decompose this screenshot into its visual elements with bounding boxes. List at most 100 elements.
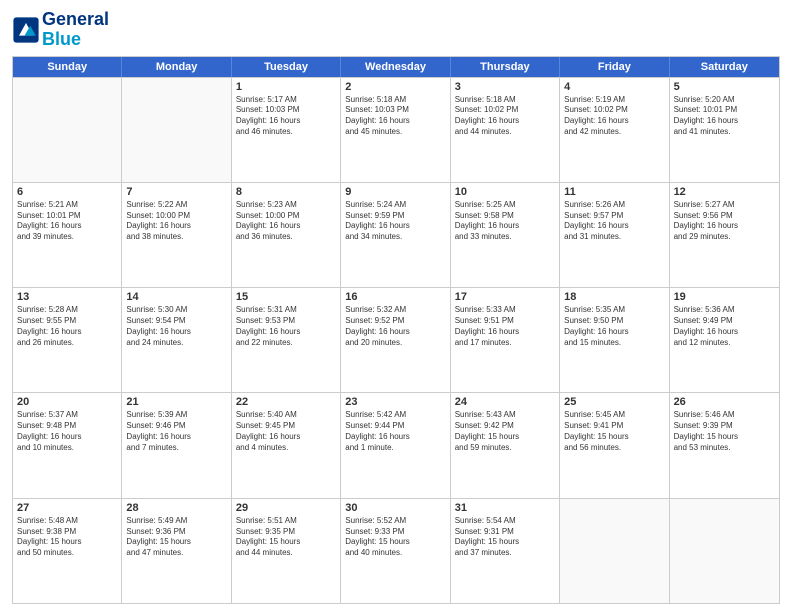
calendar-day-cell: 6Sunrise: 5:21 AM Sunset: 10:01 PM Dayli…: [13, 183, 122, 287]
day-number: 26: [674, 396, 775, 408]
day-info: Sunrise: 5:33 AM Sunset: 9:51 PM Dayligh…: [455, 305, 555, 348]
calendar-day-cell: 8 Sunrise: 5:23 AM Sunset: 10:00 PM Dayli…: [232, 183, 341, 287]
calendar-day-cell: 11 Sunrise: 5:26 AM Sunset: 9:57 PM Dayli…: [560, 183, 669, 287]
calendar-day-cell: 25 Sunrise: 5:45 AM Sunset: 9:41 PM Dayli…: [560, 393, 669, 497]
day-number: 21: [126, 396, 226, 408]
day-info: Sunrise: 5:31 AM Sunset: 9:53 PM Dayligh…: [236, 305, 336, 348]
logo-line1: General: [42, 10, 109, 30]
day-info: Sunrise: 5:46 AM Sunset: 9:39 PM Dayligh…: [674, 410, 775, 453]
day-info: Sunrise: 5:24 AM Sunset: 9:59 PM Dayligh…: [345, 200, 445, 243]
calendar-empty-cell: [122, 78, 231, 182]
calendar-day-cell: 12 Sunrise: 5:27 AM Sunset: 9:56 PM Dayli…: [670, 183, 779, 287]
day-info: Sunrise: 5:39 AM Sunset: 9:46 PM Dayligh…: [126, 410, 226, 453]
calendar-day-cell: 27 Sunrise: 5:48 AM Sunset: 9:38 PM Dayli…: [13, 499, 122, 603]
weekday-header: Tuesday: [232, 57, 341, 77]
logo: General Blue: [12, 10, 109, 50]
day-number: 2: [345, 81, 445, 93]
calendar-day-cell: 15 Sunrise: 5:31 AM Sunset: 9:53 PM Dayli…: [232, 288, 341, 392]
calendar-day-cell: 31Sunrise: 5:54 AM Sunset: 9:31 PM Dayli…: [451, 499, 560, 603]
day-number: 23: [345, 396, 445, 408]
day-info: Sunrise: 5:18 AM Sunset: 10:02 PM Daylig…: [455, 95, 555, 138]
calendar-empty-cell: [13, 78, 122, 182]
day-number: 15: [236, 291, 336, 303]
day-number: 30: [345, 502, 445, 514]
logo-text: General Blue: [42, 10, 109, 50]
day-info: Sunrise: 5:22 AM Sunset: 10:00 PM Daylig…: [126, 200, 226, 243]
day-number: 13: [17, 291, 117, 303]
day-number: 28: [126, 502, 226, 514]
day-info: Sunrise: 5:36 AM Sunset: 9:49 PM Dayligh…: [674, 305, 775, 348]
calendar-day-cell: 3Sunrise: 5:18 AM Sunset: 10:02 PM Dayli…: [451, 78, 560, 182]
calendar-day-cell: 19 Sunrise: 5:36 AM Sunset: 9:49 PM Dayli…: [670, 288, 779, 392]
calendar-header: SundayMondayTuesdayWednesdayThursdayFrid…: [13, 57, 779, 77]
day-info: Sunrise: 5:26 AM Sunset: 9:57 PM Dayligh…: [564, 200, 664, 243]
day-info: Sunrise: 5:27 AM Sunset: 9:56 PM Dayligh…: [674, 200, 775, 243]
day-info: Sunrise: 5:32 AM Sunset: 9:52 PM Dayligh…: [345, 305, 445, 348]
day-info: Sunrise: 5:37 AM Sunset: 9:48 PM Dayligh…: [17, 410, 117, 453]
day-number: 31: [455, 502, 555, 514]
calendar-day-cell: 7 Sunrise: 5:22 AM Sunset: 10:00 PM Dayli…: [122, 183, 231, 287]
day-number: 29: [236, 502, 336, 514]
day-number: 1: [236, 81, 336, 93]
calendar-day-cell: 22Sunrise: 5:40 AM Sunset: 9:45 PM Dayli…: [232, 393, 341, 497]
day-info: Sunrise: 5:52 AM Sunset: 9:33 PM Dayligh…: [345, 516, 445, 559]
calendar-row: 20 Sunrise: 5:37 AM Sunset: 9:48 PM Dayli…: [13, 392, 779, 497]
day-number: 5: [674, 81, 775, 93]
day-number: 27: [17, 502, 117, 514]
day-number: 9: [345, 186, 445, 198]
calendar-row: 1Sunrise: 5:17 AM Sunset: 10:03 PM Dayli…: [13, 77, 779, 182]
calendar-day-cell: 23 Sunrise: 5:42 AM Sunset: 9:44 PM Dayli…: [341, 393, 450, 497]
calendar-day-cell: 17 Sunrise: 5:33 AM Sunset: 9:51 PM Dayli…: [451, 288, 560, 392]
day-info: Sunrise: 5:42 AM Sunset: 9:44 PM Dayligh…: [345, 410, 445, 453]
day-info: Sunrise: 5:35 AM Sunset: 9:50 PM Dayligh…: [564, 305, 664, 348]
day-info: Sunrise: 5:20 AM Sunset: 10:01 PM Daylig…: [674, 95, 775, 138]
day-number: 12: [674, 186, 775, 198]
day-info: Sunrise: 5:45 AM Sunset: 9:41 PM Dayligh…: [564, 410, 664, 453]
day-number: 25: [564, 396, 664, 408]
day-info: Sunrise: 5:28 AM Sunset: 9:55 PM Dayligh…: [17, 305, 117, 348]
day-info: Sunrise: 5:48 AM Sunset: 9:38 PM Dayligh…: [17, 516, 117, 559]
calendar-empty-cell: [560, 499, 669, 603]
day-info: Sunrise: 5:51 AM Sunset: 9:35 PM Dayligh…: [236, 516, 336, 559]
day-number: 18: [564, 291, 664, 303]
calendar-day-cell: 5 Sunrise: 5:20 AM Sunset: 10:01 PM Dayli…: [670, 78, 779, 182]
day-number: 16: [345, 291, 445, 303]
calendar-day-cell: 14 Sunrise: 5:30 AM Sunset: 9:54 PM Dayli…: [122, 288, 231, 392]
day-number: 10: [455, 186, 555, 198]
day-info: Sunrise: 5:25 AM Sunset: 9:58 PM Dayligh…: [455, 200, 555, 243]
weekday-header: Monday: [122, 57, 231, 77]
day-number: 7: [126, 186, 226, 198]
calendar-day-cell: 30 Sunrise: 5:52 AM Sunset: 9:33 PM Dayli…: [341, 499, 450, 603]
calendar-day-cell: 1Sunrise: 5:17 AM Sunset: 10:03 PM Dayli…: [232, 78, 341, 182]
weekday-header: Friday: [560, 57, 669, 77]
day-number: 22: [236, 396, 336, 408]
day-number: 24: [455, 396, 555, 408]
day-number: 11: [564, 186, 664, 198]
day-info: Sunrise: 5:30 AM Sunset: 9:54 PM Dayligh…: [126, 305, 226, 348]
calendar-day-cell: 16 Sunrise: 5:32 AM Sunset: 9:52 PM Dayli…: [341, 288, 450, 392]
calendar-day-cell: 28Sunrise: 5:49 AM Sunset: 9:36 PM Dayli…: [122, 499, 231, 603]
day-info: Sunrise: 5:23 AM Sunset: 10:00 PM Daylig…: [236, 200, 336, 243]
day-number: 19: [674, 291, 775, 303]
weekday-header: Wednesday: [341, 57, 450, 77]
day-info: Sunrise: 5:21 AM Sunset: 10:01 PM Daylig…: [17, 200, 117, 243]
day-number: 14: [126, 291, 226, 303]
day-number: 17: [455, 291, 555, 303]
calendar: SundayMondayTuesdayWednesdayThursdayFrid…: [12, 56, 780, 604]
day-number: 8: [236, 186, 336, 198]
weekday-header: Saturday: [670, 57, 779, 77]
calendar-day-cell: 10 Sunrise: 5:25 AM Sunset: 9:58 PM Dayli…: [451, 183, 560, 287]
calendar-day-cell: 9 Sunrise: 5:24 AM Sunset: 9:59 PM Daylig…: [341, 183, 450, 287]
calendar-day-cell: 20 Sunrise: 5:37 AM Sunset: 9:48 PM Dayli…: [13, 393, 122, 497]
day-number: 20: [17, 396, 117, 408]
weekday-header: Thursday: [451, 57, 560, 77]
calendar-day-cell: 29 Sunrise: 5:51 AM Sunset: 9:35 PM Dayli…: [232, 499, 341, 603]
calendar-day-cell: 18 Sunrise: 5:35 AM Sunset: 9:50 PM Dayli…: [560, 288, 669, 392]
calendar-day-cell: 4Sunrise: 5:19 AM Sunset: 10:02 PM Dayli…: [560, 78, 669, 182]
calendar-empty-cell: [670, 499, 779, 603]
calendar-day-cell: 13 Sunrise: 5:28 AM Sunset: 9:55 PM Dayli…: [13, 288, 122, 392]
day-info: Sunrise: 5:19 AM Sunset: 10:02 PM Daylig…: [564, 95, 664, 138]
main-container: General Blue SundayMondayTuesdayWednesda…: [0, 0, 792, 612]
logo-line2: Blue: [42, 30, 109, 50]
logo-icon: [12, 16, 40, 44]
